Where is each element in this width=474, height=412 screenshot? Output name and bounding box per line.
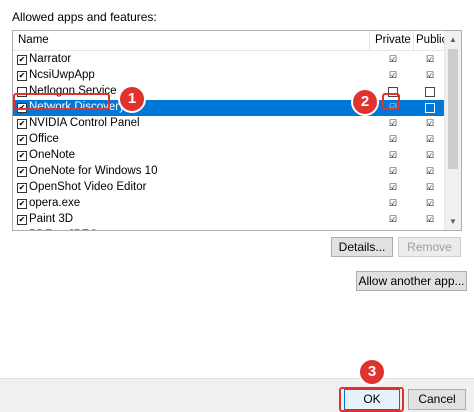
column-header-private[interactable]: Private (375, 34, 411, 46)
private-checkbox[interactable]: ☑ (388, 215, 398, 225)
public-checkbox[interactable]: ☑ (425, 71, 435, 81)
list-item[interactable]: ✔ Paint 3D ☑ ☑ (13, 212, 445, 228)
app-name-label: NcsiUwpApp (29, 69, 95, 81)
enable-checkbox[interactable]: ✔ (17, 183, 27, 193)
allowed-apps-list[interactable]: Name Private Public ✔ Narrator ☑ ☑ ✔ NcsiUwpA… (12, 30, 462, 231)
public-checkbox[interactable]: ☑ (425, 167, 435, 177)
list-rows: ✔Narrator☑☑✔NcsiUwpApp☑☑✔Netlogon Servic… (13, 52, 445, 230)
list-item[interactable]: ✔ NVIDIA Control Panel ☑ ☑ (13, 116, 445, 132)
private-checkbox[interactable]: ☑ (388, 183, 398, 193)
list-item[interactable]: ✔ OneNote ☑ ☑ (13, 148, 445, 164)
public-checkbox[interactable]: ☑ (425, 55, 435, 65)
remove-button[interactable]: Remove (398, 237, 461, 257)
enable-checkbox[interactable]: ✔ (17, 55, 27, 65)
enable-checkbox[interactable]: ✔ (17, 151, 27, 161)
callout-number-one: 1 (118, 85, 146, 113)
app-name-label: Paint 3D (29, 213, 74, 225)
list-item[interactable]: ✔PDF to JPEG☑☑ (13, 228, 445, 230)
private-checkbox[interactable]: ☑ (388, 71, 398, 81)
public-checkbox[interactable] (425, 87, 435, 97)
private-checkbox[interactable]: ☑ (388, 135, 398, 145)
app-name-label: OneNote (29, 149, 76, 161)
list-header: Name Private Public (13, 31, 447, 51)
scroll-down-arrow-icon[interactable]: ▼ (445, 213, 461, 230)
callout-number-two: 2 (351, 88, 379, 116)
app-name-label: NVIDIA Control Panel (29, 117, 140, 129)
scroll-up-arrow-icon[interactable]: ▲ (445, 31, 461, 48)
public-checkbox[interactable]: ☑ (425, 119, 435, 129)
column-divider (369, 31, 370, 51)
public-checkbox[interactable]: ☑ (425, 135, 435, 145)
app-name-label: Office (29, 133, 59, 145)
app-name-label: Narrator (29, 53, 72, 65)
list-item[interactable]: ✔ NcsiUwpApp ☑ ☑ (13, 68, 445, 84)
enable-checkbox[interactable]: ✔ (17, 215, 27, 225)
app-name-label: OneNote for Windows 10 (29, 165, 158, 177)
allow-another-app-button[interactable]: Allow another app... (356, 271, 467, 291)
public-checkbox[interactable]: ☑ (425, 215, 435, 225)
enable-checkbox[interactable]: ✔ (17, 71, 27, 81)
public-checkbox[interactable]: ☑ (425, 151, 435, 161)
callout-box-private-checkbox (382, 93, 400, 110)
enable-checkbox[interactable]: ✔ (17, 119, 27, 129)
cancel-button[interactable]: Cancel (408, 389, 466, 410)
private-checkbox[interactable]: ☑ (388, 119, 398, 129)
private-checkbox[interactable]: ☑ (388, 199, 398, 209)
enable-checkbox[interactable]: ✔ (17, 199, 27, 209)
public-checkbox[interactable] (425, 103, 435, 113)
app-name-label: opera.exe (29, 197, 81, 209)
callout-box-network-discovery (13, 93, 110, 110)
enable-checkbox[interactable]: ✔ (17, 135, 27, 145)
public-checkbox[interactable]: ☑ (425, 183, 435, 193)
list-item[interactable]: ✔ OpenShot Video Editor ☑ ☑ (13, 180, 445, 196)
vertical-scrollbar[interactable]: ▲ ▼ (444, 31, 461, 230)
list-item[interactable]: ✔ Office ☑ ☑ (13, 132, 445, 148)
allowed-apps-heading: Allowed apps and features: (12, 10, 157, 24)
private-checkbox[interactable]: ☑ (388, 55, 398, 65)
list-item[interactable]: ✔ OneNote for Windows 10 ☑ ☑ (13, 164, 445, 180)
callout-box-ok-button (339, 387, 404, 412)
callout-number-three: 3 (358, 358, 386, 386)
column-divider (413, 31, 414, 51)
column-header-public[interactable]: Public (416, 34, 447, 46)
scroll-thumb[interactable] (448, 49, 458, 169)
app-name-label: OpenShot Video Editor (29, 181, 147, 193)
details-button[interactable]: Details... (331, 237, 393, 257)
public-checkbox[interactable]: ☑ (425, 199, 435, 209)
app-name-label: PDF to JPEG (29, 229, 98, 230)
column-header-name[interactable]: Name (18, 34, 49, 46)
private-checkbox[interactable]: ☑ (388, 167, 398, 177)
private-checkbox[interactable]: ☑ (388, 151, 398, 161)
list-item[interactable]: ✔ opera.exe ☑ ☑ (13, 196, 445, 212)
list-item[interactable]: ✔ Narrator ☑ ☑ (13, 52, 445, 68)
enable-checkbox[interactable]: ✔ (17, 167, 27, 177)
